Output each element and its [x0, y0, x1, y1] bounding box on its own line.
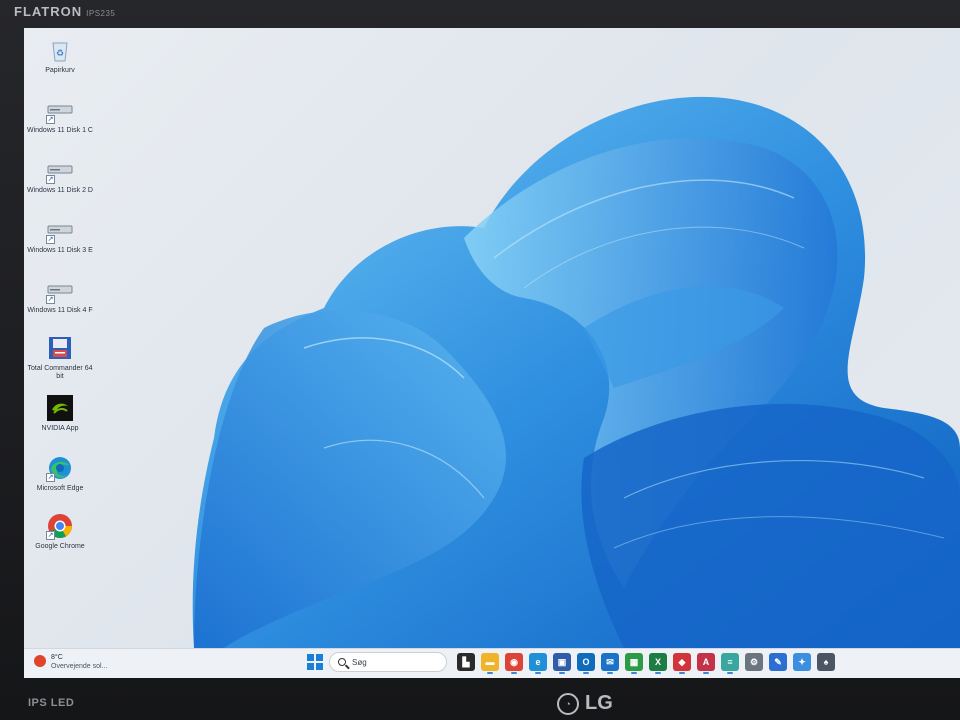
taskbar-app-notepad[interactable]: ≡	[721, 653, 739, 674]
desktop-screen: ♻ Papirkurv ↗ Windows 11 Disk 1 C ↗ Wind…	[24, 28, 960, 678]
shortcut-arrow-icon: ↗	[46, 235, 55, 244]
desktop-icon-disk-d[interactable]: ↗ Windows 11 Disk 2 D	[24, 156, 96, 195]
save-app-icon: ▣	[557, 656, 567, 667]
desktop-icon-label: Windows 11 Disk 2 D	[26, 187, 93, 194]
taskbar-app-file-explorer[interactable]: ▬	[481, 653, 499, 674]
desktop-icon-edge[interactable]: ↗ Microsoft Edge	[24, 454, 96, 493]
desktop-icon-label: Total Commander 64 bit	[27, 365, 93, 380]
mail-icon: ✉	[606, 656, 614, 667]
desktop-icon-label: Windows 11 Disk 1 C	[26, 127, 93, 134]
task-view-icon: ▙	[462, 656, 470, 667]
shortcut-arrow-icon: ↗	[46, 295, 55, 304]
weather-condition: Overvejende sol...	[51, 663, 108, 670]
red-app-icon: ◆	[678, 656, 686, 667]
nvidia-icon	[46, 394, 74, 422]
lg-logo: ◔ LG	[557, 692, 613, 715]
taskbar-app-photos[interactable]: ✦	[793, 653, 811, 671]
outlook-icon: O	[582, 657, 590, 667]
solitaire-icon: ♠	[823, 657, 829, 667]
search-placeholder: Søg	[352, 657, 367, 667]
taskbar-app-paint[interactable]: ✎	[769, 653, 787, 671]
shortcut-arrow-icon: ↗	[46, 473, 55, 482]
weather-sun-icon	[34, 655, 46, 667]
shortcut-arrow-icon: ↗	[46, 531, 55, 540]
taskbar-app-outlook[interactable]: O	[577, 653, 595, 674]
start-logo-tile	[316, 663, 323, 670]
lg-logo-text: LG	[585, 692, 613, 714]
edge-icon: e	[535, 657, 541, 667]
drive-icon: ↗	[46, 156, 74, 184]
desktop-icon-label: NVIDIA App	[41, 425, 79, 432]
taskbar-app-save-app[interactable]: ▣	[553, 653, 571, 674]
taskbar-app-solitaire[interactable]: ♠	[817, 653, 835, 671]
search-icon	[338, 658, 346, 666]
monitor-brand-label: FLATRON IPS235	[14, 4, 115, 19]
drive-icon: ↗	[46, 216, 74, 244]
recycle-bin-icon: ♻	[46, 36, 74, 64]
desktop-icon-nvidia-app[interactable]: NVIDIA App	[24, 394, 96, 433]
settings-icon: ⚙	[749, 656, 759, 667]
desktop-icon-disk-e[interactable]: ↗ Windows 11 Disk 3 E	[24, 216, 96, 255]
shortcut-arrow-icon: ↗	[46, 115, 55, 124]
total-commander-icon	[46, 334, 74, 362]
taskbar-app-edge[interactable]: e	[529, 653, 547, 674]
monitor-model-text: IPS235	[86, 9, 116, 18]
svg-text:♻: ♻	[56, 48, 64, 58]
desktop-icon-disk-c[interactable]: ↗ Windows 11 Disk 1 C	[24, 96, 96, 135]
desktop-icon-label: Windows 11 Disk 3 E	[27, 247, 93, 254]
access-icon: A	[702, 657, 710, 667]
monitor-brand-text: FLATRON	[14, 4, 83, 19]
taskbar-app-red-app[interactable]: ◆	[673, 653, 691, 674]
file-explorer-icon: ▬	[485, 657, 495, 667]
chrome-icon: ↗	[46, 512, 74, 540]
taskbar-app-task-view[interactable]: ▙	[457, 653, 475, 671]
taskbar-app-green-app[interactable]: ▦	[625, 653, 643, 674]
taskbar-center: Søg ▙ ▬ ◉ e ▣ O ✉ ▦ X ◆ A ≡ ⚙ ✎ ✦ ♠	[307, 652, 835, 674]
edge-icon: ↗	[46, 454, 74, 482]
taskbar-app-chrome[interactable]: ◉	[505, 653, 523, 674]
paint-icon: ✎	[774, 656, 782, 667]
taskbar-app-excel[interactable]: X	[649, 653, 667, 674]
weather-widget[interactable]: 8°C Overvejende sol...	[34, 653, 107, 671]
taskbar-app-access[interactable]: A	[697, 653, 715, 674]
taskbar-app-settings[interactable]: ⚙	[745, 653, 763, 671]
desktop-icon-label: Google Chrome	[35, 543, 85, 550]
taskbar-app-mail[interactable]: ✉	[601, 653, 619, 674]
desktop-icon-disk-f[interactable]: ↗ Windows 11 Disk 4 F	[24, 276, 96, 315]
desktop-icon-label: Microsoft Edge	[36, 485, 84, 492]
taskbar-pinned-apps: ▙ ▬ ◉ e ▣ O ✉ ▦ X ◆ A ≡ ⚙ ✎ ✦ ♠	[457, 653, 835, 674]
bloom-wallpaper	[192, 96, 960, 648]
desktop-icon-chrome[interactable]: ↗ Google Chrome	[24, 512, 96, 551]
notepad-icon: ≡	[727, 657, 733, 667]
shortcut-arrow-icon: ↗	[46, 175, 55, 184]
weather-temperature: 8°C	[51, 654, 63, 661]
photos-icon: ✦	[798, 656, 806, 667]
desktop-icon-recycle-bin[interactable]: ♻ Papirkurv	[24, 36, 96, 75]
taskbar: 8°C Overvejende sol... Søg ▙ ▬ ◉ e ▣ O ✉ ▦ X ◆ A ≡ ⚙…	[24, 648, 960, 678]
desktop-icon-total-commander[interactable]: Total Commander 64 bit	[24, 334, 96, 381]
desktop-icon-label: Papirkurv	[45, 67, 75, 74]
drive-icon: ↗	[46, 276, 74, 304]
start-logo-tile	[307, 654, 314, 661]
lg-logo-mark-icon: ◔	[557, 692, 579, 715]
desktop-icon-label: Windows 11 Disk 4 F	[27, 307, 93, 314]
start-button[interactable]	[307, 654, 323, 670]
green-app-icon: ▦	[629, 656, 639, 667]
ips-led-label: IPS LED	[28, 697, 75, 709]
taskbar-search-box[interactable]: Søg	[329, 652, 447, 672]
chrome-icon: ◉	[510, 656, 518, 667]
drive-icon: ↗	[46, 96, 74, 124]
start-logo-tile	[316, 654, 323, 661]
start-logo-tile	[307, 663, 314, 670]
excel-icon: X	[654, 657, 661, 667]
